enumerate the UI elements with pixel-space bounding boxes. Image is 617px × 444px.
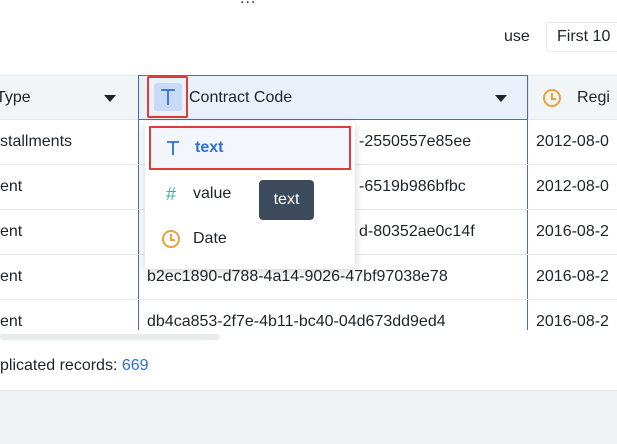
menu-item-text[interactable]: text [149, 126, 351, 170]
table-row: ent db4ca853-2f7e-4b11-bc40-04d673dd9ed4… [0, 300, 617, 330]
cell-register: 2016-08-2 [536, 268, 609, 285]
cell-contract-code-text: -6519b986bfbc [359, 178, 466, 195]
text-type-icon [153, 83, 182, 111]
hash-icon: # [165, 183, 176, 204]
clock-icon [159, 230, 183, 248]
column-header-type-label: Type [0, 89, 31, 106]
cell-register: 2012-08-0 [536, 133, 609, 150]
chevron-down-icon[interactable] [104, 95, 116, 102]
cell-type: stallments [0, 133, 73, 150]
cell-type: ent [0, 268, 23, 285]
menu-item-value-label: value [193, 185, 232, 202]
cell-register: 2012-08-0 [536, 178, 609, 195]
cell-type: ent [0, 178, 23, 195]
column-header-register[interactable]: Regi [528, 76, 617, 120]
clock-icon [543, 89, 561, 107]
duplicated-records-label: plicated records: [0, 357, 118, 374]
column-type-button[interactable] [147, 76, 188, 118]
menu-item-value[interactable]: # value [149, 172, 351, 216]
column-header-type[interactable]: Type [0, 76, 138, 120]
cell-register: 2016-08-2 [536, 223, 609, 240]
sample-rows-select[interactable]: First 10 [546, 22, 617, 52]
menu-item-date[interactable]: Date [149, 217, 351, 261]
use-label: use [504, 28, 530, 45]
menu-item-text-label: text [195, 139, 224, 156]
cell-register: 2016-08-2 [536, 313, 609, 330]
column-type-menu: text # value Date [145, 121, 355, 269]
cell-contract-code-text: d-80352ae0c14f [359, 223, 475, 240]
sample-rows-value: First 10 [557, 28, 611, 45]
cell-contract-code-text: -2550557e85ee [359, 133, 472, 150]
column-header-contract-code-label: Contract Code [189, 88, 293, 106]
duplicated-records-summary: plicated records: 669 [0, 357, 149, 375]
column-header-register-label: Regi [577, 89, 610, 106]
cell-type: ent [0, 223, 23, 240]
cell-type: ent [0, 313, 23, 330]
tooltip: text [259, 180, 314, 220]
table-header-row: Type Contract Code Regi [0, 75, 617, 120]
menu-item-date-label: Date [193, 230, 227, 247]
footer-bar [0, 390, 617, 444]
duplicated-records-count: 669 [121, 357, 149, 374]
horizontal-scrollbar[interactable] [0, 334, 220, 340]
chevron-down-icon[interactable] [495, 95, 507, 102]
column-header-contract-code[interactable]: Contract Code [138, 75, 528, 120]
overflow-ellipsis: ... [240, 0, 256, 8]
text-type-icon [161, 140, 185, 156]
cell-contract-code: db4ca853-2f7e-4b11-bc40-04d673dd9ed4 [138, 300, 528, 330]
